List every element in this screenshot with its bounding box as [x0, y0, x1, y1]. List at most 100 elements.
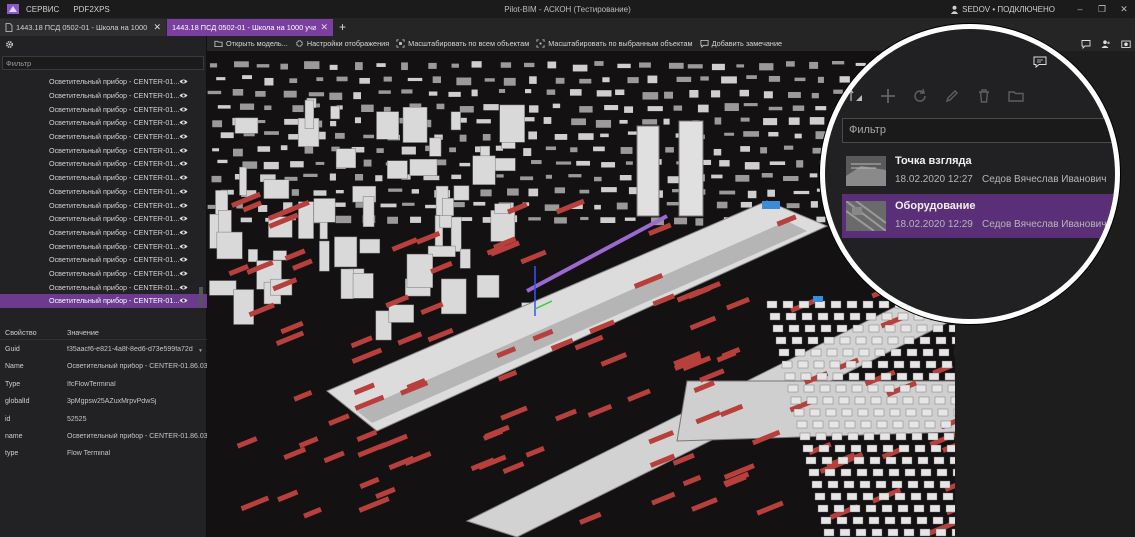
tree-filter-input[interactable]: Фильтр — [2, 56, 204, 70]
property-row[interactable]: Type IfcFlowTerminal — [0, 377, 207, 394]
tree-item[interactable]: Осветительный прибор - CENTER-01... — [0, 294, 207, 308]
delete-icon[interactable] — [975, 87, 993, 105]
seat-element — [778, 348, 790, 357]
property-row[interactable]: type Flow Terminal — [0, 446, 207, 463]
visibility-eye-icon[interactable] — [179, 202, 188, 209]
viewpoint-filter-input[interactable]: Фильтр — [842, 118, 1115, 143]
distant-element — [600, 133, 609, 138]
minimize-button[interactable]: – — [1069, 4, 1091, 14]
fit-all-button[interactable]: Масштабировать по всем объектам — [396, 39, 529, 48]
visibility-eye-icon[interactable] — [179, 174, 188, 181]
visibility-eye-icon[interactable] — [179, 106, 188, 113]
seat-element — [868, 324, 880, 333]
viewpoint-thumbnail — [846, 156, 886, 186]
tab-close-button[interactable]: ✕ — [153, 22, 161, 33]
visibility-eye-icon[interactable] — [179, 133, 188, 140]
edit-icon[interactable] — [943, 87, 961, 105]
visibility-eye-icon[interactable] — [179, 92, 188, 99]
folder-icon[interactable] — [1007, 87, 1025, 105]
tree-item[interactable]: Осветительный прибор - CENTER-01... — [0, 185, 207, 199]
distant-element — [719, 160, 730, 167]
distant-element — [616, 202, 628, 210]
distant-element — [410, 216, 422, 223]
menu-pdf2xps[interactable]: PDF2XPS — [73, 5, 109, 14]
visibility-eye-icon[interactable] — [179, 229, 188, 236]
tab-document-2[interactable]: 1443.18 ПСД 0502-01 - Школа на 1000 учащ… — [167, 19, 333, 36]
tree-item-label: Осветительный прибор - CENTER-01... — [49, 255, 180, 265]
seat-element — [885, 456, 897, 465]
property-row[interactable]: Guid f35aacf6-e821-4a8f-8ed6-d73e599fa72d — [0, 342, 207, 359]
camera-icon[interactable] — [1121, 39, 1131, 49]
scrollbar-thumb[interactable] — [199, 287, 203, 307]
restore-button[interactable]: ❐ — [1091, 4, 1113, 15]
display-settings-button[interactable]: Настройки отображения — [295, 39, 389, 48]
tree-item[interactable]: Осветительный прибор - CENTER-01... — [0, 75, 207, 89]
fit-selected-button[interactable]: Масштабировать по выбранным объектам — [536, 39, 693, 48]
tree-item[interactable]: Осветительный прибор - CENTER-01... — [0, 198, 207, 212]
add-remark-button[interactable]: Добавить замечание — [700, 39, 782, 48]
user-status[interactable]: SEDOV • ПОДКЛЮЧЕНО — [950, 5, 1055, 14]
distant-element — [496, 174, 504, 178]
visibility-eye-icon[interactable] — [179, 284, 188, 291]
visibility-eye-icon[interactable] — [179, 119, 188, 126]
sort-icon[interactable] — [847, 87, 865, 105]
add-icon[interactable] — [879, 87, 897, 105]
visibility-eye-icon[interactable] — [179, 188, 188, 195]
seat-element — [766, 300, 778, 309]
property-row[interactable]: Name Осветительный прибор - CENTER-01.86.… — [0, 359, 207, 376]
property-row[interactable]: globalId 3pMgpsw25AZuxMrpvPdwSj — [0, 394, 207, 411]
gear-icon[interactable] — [5, 40, 14, 49]
visibility-eye-icon[interactable] — [179, 256, 188, 263]
visibility-eye-icon[interactable] — [179, 243, 188, 250]
visibility-eye-icon[interactable] — [179, 270, 188, 277]
distant-element — [615, 89, 625, 96]
distant-element — [736, 64, 745, 68]
tree-item[interactable]: Осветительный прибор - CENTER-01... — [0, 102, 207, 116]
tree-item[interactable]: Осветительный прибор - CENTER-01... — [0, 130, 207, 144]
refresh-icon[interactable] — [911, 87, 929, 105]
visibility-eye-icon[interactable] — [179, 147, 188, 154]
viewpoint-item[interactable]: Точка взгляда 18.02.2020 12:27 Седов Вяч… — [842, 149, 1115, 193]
property-row[interactable]: id 52525 — [0, 412, 207, 429]
seat-element — [818, 444, 830, 453]
visibility-eye-icon[interactable] — [179, 78, 188, 85]
property-row[interactable]: name Осветительный прибор - CENTER-01.86.… — [0, 429, 207, 446]
visibility-eye-icon[interactable] — [179, 297, 188, 304]
distant-element — [500, 62, 512, 68]
distant-element — [794, 77, 806, 82]
viewpoint-author: Седов Вячеслав Иванович — [982, 219, 1107, 230]
tree-item[interactable]: Осветительный прибор - CENTER-01... — [0, 116, 207, 130]
tree-scrollbar[interactable]: ▼ — [198, 75, 204, 354]
seat-element — [901, 456, 913, 465]
tree-item[interactable]: Осветительный прибор - CENTER-01... — [0, 226, 207, 240]
visibility-eye-icon[interactable] — [179, 215, 188, 222]
tree-item[interactable]: Осветительный прибор - CENTER-01... — [0, 239, 207, 253]
add-tab-button[interactable]: + — [339, 20, 346, 34]
seat-element — [862, 492, 874, 501]
tree-item[interactable]: Осветительный прибор - CENTER-01... — [0, 157, 207, 171]
tree-item[interactable]: Осветительный прибор - CENTER-01... — [0, 143, 207, 157]
distant-element — [601, 162, 616, 168]
tree-item[interactable]: Осветительный прибор - CENTER-01... — [0, 212, 207, 226]
tree-item[interactable]: Осветительный прибор - CENTER-01... — [0, 280, 207, 294]
tree-item[interactable]: Осветительный прибор - CENTER-01... — [0, 89, 207, 103]
seat-element — [820, 516, 832, 525]
visibility-eye-icon[interactable] — [179, 160, 188, 167]
close-window-button[interactable]: ✕ — [1113, 4, 1135, 15]
tree-item[interactable]: Осветительный прибор - CENTER-01... — [0, 267, 207, 281]
open-model-button[interactable]: Открыть модель... — [214, 39, 288, 48]
tree-item[interactable]: Осветительный прибор - CENTER-01... — [0, 171, 207, 185]
distant-element — [624, 106, 634, 113]
property-key: Name — [5, 363, 24, 371]
seat-element — [926, 492, 938, 501]
distant-element — [625, 161, 633, 165]
tree-item[interactable]: Осветительный прибор - CENTER-01... — [0, 253, 207, 267]
equipment-block — [247, 249, 258, 263]
tab-document-1[interactable]: 1443.18 ПСД 0502-01 - Школа на 1000 уч..… — [0, 19, 166, 36]
distant-element — [579, 106, 593, 113]
comment-icon[interactable] — [1033, 56, 1047, 68]
tab-close-button[interactable]: ✕ — [320, 22, 328, 33]
viewpoint-item-selected[interactable]: Оборудование 18.02.2020 12:29 Седов Вяче… — [842, 194, 1115, 238]
menu-service[interactable]: СЕРВИС — [26, 5, 59, 14]
seat-element — [825, 408, 837, 417]
